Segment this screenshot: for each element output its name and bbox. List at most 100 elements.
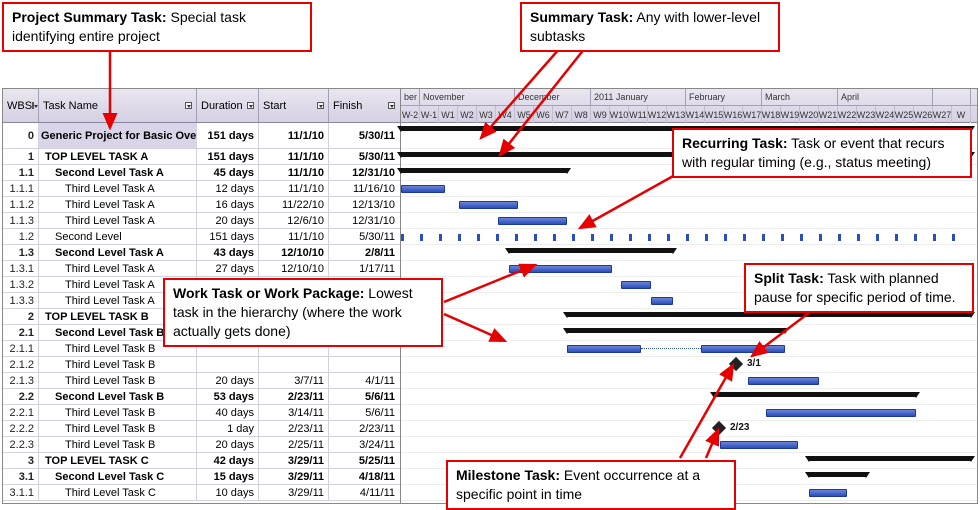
- task-bar[interactable]: [401, 185, 445, 193]
- dropdown-icon[interactable]: [317, 102, 324, 109]
- cell-duration[interactable]: 151 days: [197, 149, 259, 164]
- cell-start[interactable]: 11/1/10: [259, 149, 329, 164]
- cell-start[interactable]: 12/10/10: [259, 245, 329, 260]
- table-row[interactable]: 2.1.2Third Level Task B: [3, 357, 400, 373]
- table-row[interactable]: 2.2.2Third Level Task B1 day2/23/112/23/…: [3, 421, 400, 437]
- recurring-tick[interactable]: [610, 234, 613, 241]
- task-bar[interactable]: [651, 297, 673, 305]
- recurring-tick[interactable]: [686, 234, 689, 241]
- column-header-wbs[interactable]: WBS: [3, 89, 39, 122]
- summary-bar[interactable]: [809, 456, 971, 461]
- cell-duration[interactable]: 10 days: [197, 485, 259, 500]
- cell-finish[interactable]: 5/6/11: [329, 389, 399, 404]
- cell-finish[interactable]: 5/30/11: [329, 123, 399, 148]
- task-bar[interactable]: [498, 217, 567, 225]
- recurring-tick[interactable]: [819, 234, 822, 241]
- recurring-tick[interactable]: [629, 234, 632, 241]
- table-row[interactable]: 1.1.3Third Level Task A20 days12/6/1012/…: [3, 213, 400, 229]
- recurring-tick[interactable]: [401, 234, 404, 241]
- cell-start[interactable]: [259, 357, 329, 372]
- table-row[interactable]: 1.3Second Level Task A43 days12/10/102/8…: [3, 245, 400, 261]
- cell-name[interactable]: Third Level Task B: [39, 373, 197, 388]
- cell-start[interactable]: 12/10/10: [259, 261, 329, 276]
- task-bar[interactable]: [509, 265, 612, 273]
- cell-duration[interactable]: 12 days: [197, 181, 259, 196]
- recurring-tick[interactable]: [762, 234, 765, 241]
- cell-finish[interactable]: 4/18/11: [329, 469, 399, 484]
- cell-duration[interactable]: 1 day: [197, 421, 259, 436]
- cell-finish[interactable]: 5/6/11: [329, 405, 399, 420]
- cell-finish[interactable]: 4/1/11: [329, 373, 399, 388]
- task-bar[interactable]: [720, 441, 798, 449]
- dropdown-icon[interactable]: [247, 102, 254, 109]
- table-row[interactable]: 1TOP LEVEL TASK A151 days11/1/105/30/11: [3, 149, 400, 165]
- recurring-tick[interactable]: [534, 234, 537, 241]
- table-row[interactable]: 2.2Second Level Task B53 days2/23/115/6/…: [3, 389, 400, 405]
- recurring-tick[interactable]: [876, 234, 879, 241]
- cell-finish[interactable]: 4/11/11: [329, 485, 399, 500]
- cell-duration[interactable]: 27 days: [197, 261, 259, 276]
- cell-name[interactable]: Third Level Task A: [39, 261, 197, 276]
- cell-duration[interactable]: 16 days: [197, 197, 259, 212]
- cell-start[interactable]: 3/29/11: [259, 485, 329, 500]
- cell-start[interactable]: 3/7/11: [259, 373, 329, 388]
- table-row[interactable]: 2.1.3Third Level Task B20 days3/7/114/1/…: [3, 373, 400, 389]
- cell-name[interactable]: Third Level Task A: [39, 181, 197, 196]
- cell-finish[interactable]: 1/17/11: [329, 261, 399, 276]
- summary-bar[interactable]: [401, 168, 567, 173]
- recurring-tick[interactable]: [743, 234, 746, 241]
- cell-start[interactable]: 2/23/11: [259, 421, 329, 436]
- cell-duration[interactable]: 53 days: [197, 389, 259, 404]
- dropdown-icon[interactable]: [185, 102, 192, 109]
- cell-name[interactable]: Third Level Task A: [39, 213, 197, 228]
- recurring-tick[interactable]: [553, 234, 556, 241]
- cell-duration[interactable]: 15 days: [197, 469, 259, 484]
- cell-start[interactable]: 11/1/10: [259, 123, 329, 148]
- recurring-tick[interactable]: [933, 234, 936, 241]
- milestone-diamond[interactable]: [729, 357, 743, 371]
- recurring-tick[interactable]: [458, 234, 461, 241]
- cell-finish[interactable]: [329, 357, 399, 372]
- recurring-tick[interactable]: [496, 234, 499, 241]
- cell-name[interactable]: Third Level Task C: [39, 485, 197, 500]
- cell-duration[interactable]: 151 days: [197, 123, 259, 148]
- cell-finish[interactable]: 3/24/11: [329, 437, 399, 452]
- recurring-tick[interactable]: [648, 234, 651, 241]
- recurring-tick[interactable]: [705, 234, 708, 241]
- summary-bar[interactable]: [567, 328, 785, 333]
- recurring-tick[interactable]: [667, 234, 670, 241]
- table-row[interactable]: 2.2.1Third Level Task B40 days3/14/115/6…: [3, 405, 400, 421]
- task-bar[interactable]: [621, 281, 651, 289]
- recurring-tick[interactable]: [591, 234, 594, 241]
- cell-start[interactable]: 11/1/10: [259, 165, 329, 180]
- cell-start[interactable]: 3/29/11: [259, 469, 329, 484]
- recurring-tick[interactable]: [914, 234, 917, 241]
- recurring-tick[interactable]: [838, 234, 841, 241]
- table-row[interactable]: 1.3.1Third Level Task A27 days12/10/101/…: [3, 261, 400, 277]
- column-header-start[interactable]: Start: [259, 89, 329, 122]
- cell-duration[interactable]: 20 days: [197, 437, 259, 452]
- cell-name[interactable]: TOP LEVEL TASK A: [39, 149, 197, 164]
- cell-start[interactable]: 12/6/10: [259, 213, 329, 228]
- recurring-tick[interactable]: [477, 234, 480, 241]
- task-bar[interactable]: [766, 409, 916, 417]
- cell-finish[interactable]: 12/13/10: [329, 197, 399, 212]
- cell-duration[interactable]: [197, 357, 259, 372]
- cell-start[interactable]: 2/25/11: [259, 437, 329, 452]
- cell-duration[interactable]: 20 days: [197, 213, 259, 228]
- cell-name[interactable]: Third Level Task B: [39, 437, 197, 452]
- table-row[interactable]: 1.1.2Third Level Task A16 days11/22/1012…: [3, 197, 400, 213]
- table-row[interactable]: 3.1Second Level Task C15 days3/29/114/18…: [3, 469, 400, 485]
- summary-bar[interactable]: [509, 248, 673, 253]
- cell-name[interactable]: Generic Project for Basic Overview: [39, 123, 197, 148]
- cell-name[interactable]: Third Level Task B: [39, 405, 197, 420]
- table-row[interactable]: 3TOP LEVEL TASK C42 days3/29/115/25/11: [3, 453, 400, 469]
- table-row[interactable]: 1.1.1Third Level Task A12 days11/1/1011/…: [3, 181, 400, 197]
- cell-name[interactable]: Third Level Task B: [39, 357, 197, 372]
- summary-bar[interactable]: [809, 472, 866, 477]
- cell-name[interactable]: Second Level Task C: [39, 469, 197, 484]
- recurring-tick[interactable]: [895, 234, 898, 241]
- recurring-tick[interactable]: [781, 234, 784, 241]
- task-bar[interactable]: [459, 201, 518, 209]
- recurring-tick[interactable]: [857, 234, 860, 241]
